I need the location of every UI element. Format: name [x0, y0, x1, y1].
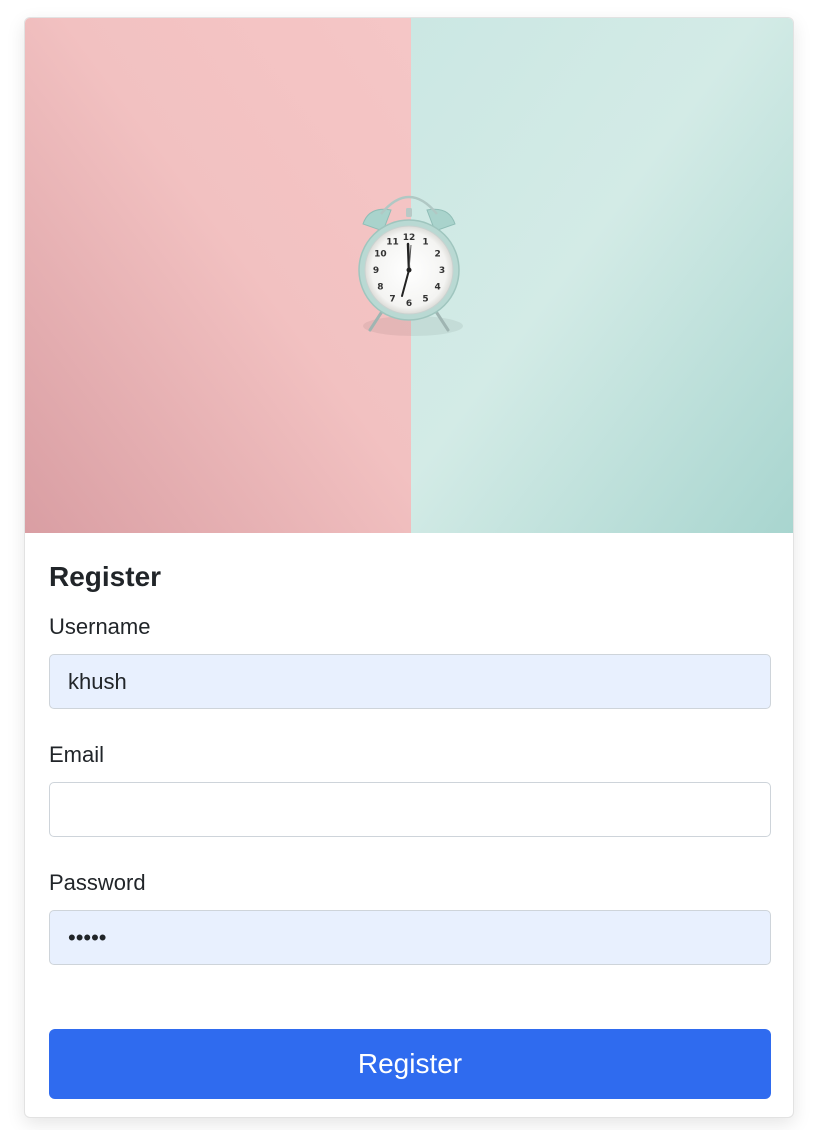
register-card: 121234567891011 Register Username Email …	[24, 17, 794, 1118]
clock-numeral: 11	[386, 237, 399, 247]
hero-pink-panel	[25, 18, 411, 533]
clock-numeral: 8	[377, 283, 383, 293]
hero-mint-panel	[411, 18, 793, 533]
register-button[interactable]: Register	[49, 1029, 771, 1099]
clock-numeral: 6	[406, 299, 412, 309]
clock-numeral: 12	[403, 233, 416, 243]
email-input[interactable]	[49, 782, 771, 837]
clock-numeral: 4	[434, 283, 440, 293]
password-label: Password	[49, 870, 146, 895]
clock-numeral: 2	[434, 250, 440, 260]
page-title: Register	[49, 561, 162, 592]
clock-numeral: 9	[373, 266, 379, 276]
hero-image: 12 1 2 3 4 5 6 7 8 9 10 11	[25, 18, 793, 533]
clock-numeral: 7	[389, 295, 395, 305]
clock-numeral: 5	[422, 295, 428, 305]
username-input[interactable]	[49, 654, 771, 709]
username-label: Username	[49, 614, 151, 639]
clock-numeral: 1	[422, 237, 428, 247]
email-label: Email	[49, 742, 105, 767]
clock-numeral: 3	[439, 266, 445, 276]
password-input[interactable]	[49, 910, 771, 965]
clock-numeral: 10	[374, 250, 387, 260]
